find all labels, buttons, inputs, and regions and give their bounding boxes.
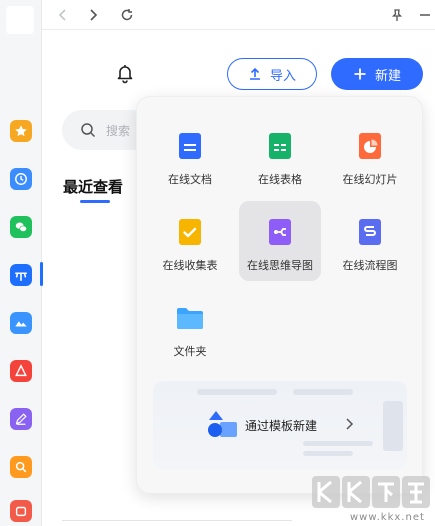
import-button[interactable]: 导入 bbox=[227, 58, 317, 90]
upload-icon bbox=[248, 67, 262, 81]
plus-icon bbox=[353, 67, 367, 81]
new-online-mindmap[interactable]: 在线思维导图 bbox=[239, 201, 321, 281]
template-preview-decor bbox=[303, 441, 373, 446]
active-indicator bbox=[40, 262, 43, 286]
search-placeholder: 搜索 bbox=[106, 124, 131, 138]
divider bbox=[62, 520, 292, 521]
template-preview-decor bbox=[293, 389, 353, 395]
new-from-template[interactable]: 通过模板新建 bbox=[153, 381, 407, 469]
template-preview-decor bbox=[383, 401, 403, 451]
minimize-button[interactable] bbox=[416, 6, 434, 24]
wechat-icon[interactable] bbox=[10, 216, 32, 238]
search-app-icon[interactable] bbox=[10, 456, 32, 478]
window-top-bar bbox=[42, 0, 435, 30]
tab-recent[interactable]: 最近查看 bbox=[63, 176, 123, 197]
tile-label: 在线幻灯片 bbox=[342, 173, 398, 186]
chevron-right-icon bbox=[346, 418, 354, 430]
tab-underline bbox=[80, 200, 110, 203]
tile-label: 在线表格 bbox=[258, 173, 302, 186]
new-online-doc[interactable]: 在线文档 bbox=[149, 115, 231, 195]
online-flowchart-icon bbox=[359, 219, 381, 245]
new-online-flowchart[interactable]: 在线流程图 bbox=[329, 201, 411, 281]
online-mindmap-icon bbox=[269, 219, 291, 245]
online-form-icon bbox=[179, 219, 201, 245]
notification-bell-icon[interactable] bbox=[114, 62, 136, 84]
refresh-button[interactable] bbox=[118, 6, 136, 24]
new-online-form[interactable]: 在线收集表 bbox=[149, 201, 231, 281]
forward-button[interactable] bbox=[84, 6, 102, 24]
tile-label: 文件夹 bbox=[173, 345, 207, 358]
clock-icon[interactable] bbox=[10, 168, 32, 190]
new-online-sheet[interactable]: 在线表格 bbox=[239, 115, 321, 195]
tile-label: 在线流程图 bbox=[342, 259, 398, 272]
online-doc-icon bbox=[179, 133, 201, 159]
toolbox-icon[interactable] bbox=[10, 500, 32, 522]
pen-icon[interactable] bbox=[10, 408, 32, 430]
template-preview-decor bbox=[197, 389, 277, 395]
watermark-url: www.kkx.net bbox=[350, 512, 425, 523]
online-sheet-icon bbox=[269, 133, 291, 159]
new-button-label: 新建 bbox=[374, 68, 401, 84]
new-menu-popover: 在线文档 在线表格 在线幻灯片 在线收集表 在线思维导图 在线流程图 文件夹 通… bbox=[136, 96, 423, 494]
watermark-logo bbox=[312, 476, 430, 508]
star-icon[interactable] bbox=[10, 120, 32, 142]
import-button-label: 导入 bbox=[269, 68, 296, 84]
app-logo-placeholder bbox=[6, 6, 34, 34]
new-online-slides[interactable]: 在线幻灯片 bbox=[329, 115, 411, 195]
back-button[interactable] bbox=[54, 6, 72, 24]
tile-label: 在线收集表 bbox=[162, 259, 218, 272]
pdf-icon[interactable] bbox=[10, 360, 32, 382]
new-folder[interactable]: 文件夹 bbox=[149, 287, 231, 367]
template-preview-decor bbox=[303, 451, 353, 456]
app-sidebar bbox=[0, 0, 43, 526]
template-shapes-icon bbox=[208, 411, 237, 437]
folder-icon bbox=[177, 308, 203, 329]
pin-button[interactable] bbox=[388, 6, 406, 24]
cloud-drive-icon[interactable] bbox=[10, 264, 32, 286]
new-button[interactable]: 新建 bbox=[331, 58, 423, 90]
tile-label: 在线文档 bbox=[168, 173, 212, 186]
mountain-icon[interactable] bbox=[10, 312, 32, 334]
tile-label: 在线思维导图 bbox=[247, 259, 313, 272]
online-slides-icon bbox=[359, 133, 381, 159]
search-icon bbox=[80, 122, 96, 138]
template-label: 通过模板新建 bbox=[245, 419, 318, 433]
